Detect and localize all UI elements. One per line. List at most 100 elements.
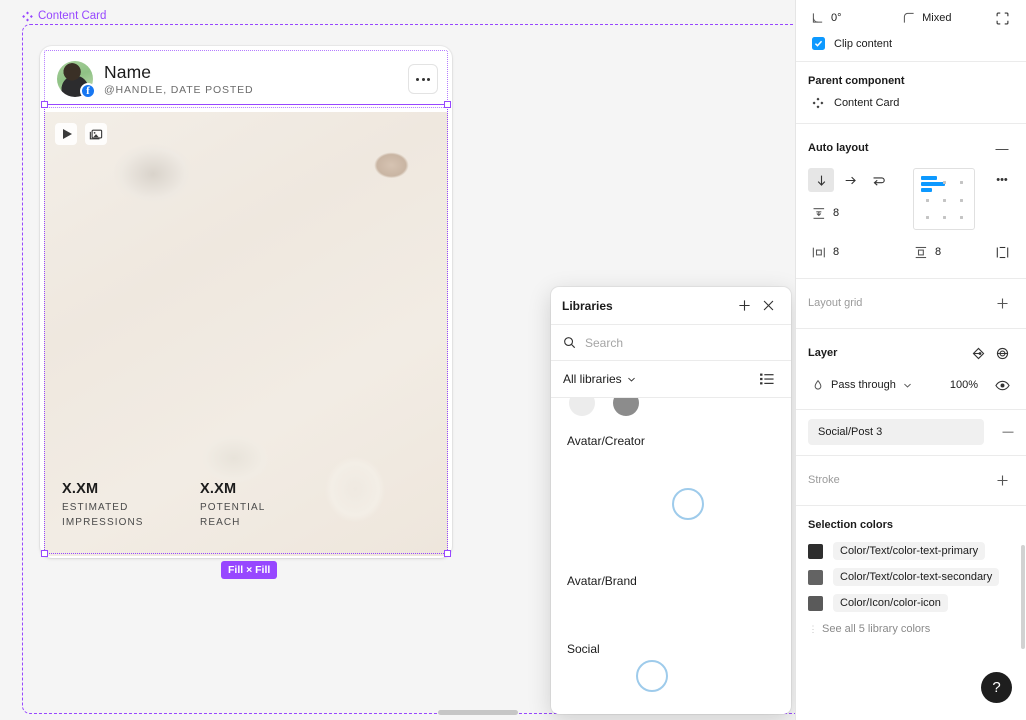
corner-radius-value: Mixed [922, 12, 952, 24]
align-dot[interactable] [943, 216, 946, 219]
color-swatch[interactable] [808, 569, 823, 585]
library-group[interactable]: Social [551, 642, 791, 656]
plus-icon [738, 300, 750, 311]
libraries-list[interactable]: Avatar/Creator Avatar/Brand Social [551, 398, 791, 714]
blend-mode-dropdown[interactable]: Pass through [808, 373, 933, 397]
drag-handle-icon: ⋮ [808, 623, 818, 634]
align-dot[interactable] [926, 199, 929, 202]
horizontal-padding-icon [812, 247, 825, 257]
align-dot[interactable] [960, 181, 963, 184]
effects-button[interactable] [966, 341, 990, 365]
color-style-name[interactable]: Color/Text/color-text-secondary [833, 568, 1000, 586]
style-name-pill[interactable]: Social/Post 3 [808, 419, 984, 445]
parent-component-name: Content Card [834, 97, 900, 109]
selection-color-item[interactable]: Color/Text/color-text-secondary [808, 568, 1014, 586]
auto-layout-title: Auto layout [808, 142, 869, 154]
visibility-toggle[interactable] [990, 373, 1014, 397]
rotation-value: 0° [831, 12, 842, 24]
add-library-button[interactable] [732, 294, 756, 318]
align-dot[interactable] [960, 216, 963, 219]
blur-button[interactable] [990, 341, 1014, 365]
auto-layout-remove-button[interactable]: — [990, 136, 1014, 160]
align-dot[interactable] [943, 199, 946, 202]
selection-color-item[interactable]: Color/Text/color-text-primary [808, 542, 1014, 560]
color-style-name[interactable]: Color/Icon/color-icon [833, 594, 948, 612]
library-group[interactable]: Avatar/Creator [551, 434, 791, 448]
direction-wrap-button[interactable] [866, 168, 892, 192]
add-stroke-button[interactable] [990, 468, 1014, 492]
search-input[interactable] [585, 335, 779, 350]
auto-layout-more-button[interactable]: ••• [990, 168, 1014, 192]
opacity-value[interactable]: 100% [950, 379, 978, 391]
media-toolbar [55, 123, 107, 145]
canvas-horizontal-scrollbar[interactable] [438, 710, 518, 715]
align-bar [921, 182, 945, 186]
align-bar [921, 176, 937, 180]
auto-layout-header: Auto layout — [808, 136, 1014, 160]
layout-grid-title: Layout grid [808, 297, 863, 309]
wrap-icon [873, 176, 885, 186]
blend-mode-icon [814, 379, 822, 390]
rotation-field[interactable]: 0° [808, 6, 899, 30]
selection-color-item[interactable]: Color/Icon/color-icon [808, 594, 1014, 612]
play-button[interactable] [55, 123, 77, 145]
list-view-button[interactable] [755, 367, 779, 391]
component-frame-label[interactable]: Content Card [22, 10, 106, 22]
layer-section: Layer Pass through 100% [796, 329, 1026, 410]
inspector-panel[interactable]: 0° Mixed Clip content Parent component C… [795, 0, 1026, 720]
arrow-right-icon [845, 176, 856, 184]
play-icon [62, 129, 72, 139]
align-dot[interactable] [926, 216, 929, 219]
horizontal-padding-field[interactable]: 8 [808, 240, 884, 264]
independent-corners-icon [996, 12, 1009, 24]
independent-corners-button[interactable] [990, 6, 1014, 30]
clip-content-row[interactable]: Clip content [808, 37, 1014, 50]
component-diamond-icon [22, 11, 33, 22]
card-header[interactable]: f Name @HANDLE, DATE POSTED [44, 50, 448, 108]
library-thumbnail [613, 398, 639, 416]
all-libraries-label: All libraries [563, 372, 622, 386]
parent-component-title: Parent component [808, 75, 905, 87]
alignment-grid[interactable] [913, 168, 975, 230]
see-all-library-colors-button[interactable]: ⋮ See all 5 library colors [808, 623, 1014, 635]
color-swatch[interactable] [808, 595, 823, 611]
auto-layout-controls: 8 ••• [808, 168, 1014, 230]
libraries-title: Libraries [562, 298, 613, 313]
image-button[interactable] [85, 123, 107, 145]
close-libraries-button[interactable] [756, 294, 780, 318]
content-card[interactable]: f Name @HANDLE, DATE POSTED X.XM ESTIMAT… [40, 46, 452, 558]
stroke-section: Stroke [796, 456, 1026, 506]
card-more-button[interactable] [408, 64, 438, 94]
plus-icon [996, 474, 1008, 486]
inspector-scrollbar[interactable] [1021, 545, 1025, 649]
blend-mode-value: Pass through [831, 379, 896, 391]
chevron-down-icon [903, 383, 911, 388]
add-layout-grid-button[interactable] [990, 291, 1014, 315]
corner-radius-field[interactable]: Mixed [899, 6, 990, 30]
align-dot[interactable] [943, 181, 946, 184]
align-dot[interactable] [960, 199, 963, 202]
all-libraries-dropdown[interactable]: All libraries [563, 372, 636, 386]
library-group-name: Social [567, 642, 600, 656]
library-group[interactable]: Avatar/Brand [551, 574, 791, 588]
direction-vertical-button[interactable] [808, 168, 834, 192]
individual-padding-button[interactable] [990, 240, 1014, 264]
clip-content-checkbox[interactable] [812, 37, 825, 50]
direction-horizontal-button[interactable] [837, 168, 863, 192]
remove-style-button[interactable]: — [996, 420, 1020, 444]
vertical-padding-field[interactable]: 8 [910, 240, 986, 264]
color-style-name[interactable]: Color/Text/color-text-primary [833, 542, 986, 560]
card-media[interactable]: X.XM ESTIMATED IMPRESSIONS X.XM POTENTIA… [44, 112, 448, 556]
style-row[interactable]: Social/Post 3 — [796, 419, 1026, 445]
libraries-search-row[interactable] [551, 325, 791, 361]
horizontal-padding-value: 8 [833, 246, 840, 258]
gap-field[interactable]: 8 [808, 201, 913, 225]
align-bar [921, 188, 932, 192]
libraries-panel[interactable]: Libraries All libraries [551, 287, 791, 714]
help-button[interactable]: ? [981, 672, 1012, 703]
clip-content-label: Clip content [834, 37, 893, 50]
color-swatch[interactable] [808, 543, 823, 559]
layout-grid-header: Layout grid [808, 291, 1014, 315]
parent-component-row[interactable]: Content Card [808, 97, 1014, 109]
poster-name: Name [104, 62, 152, 82]
